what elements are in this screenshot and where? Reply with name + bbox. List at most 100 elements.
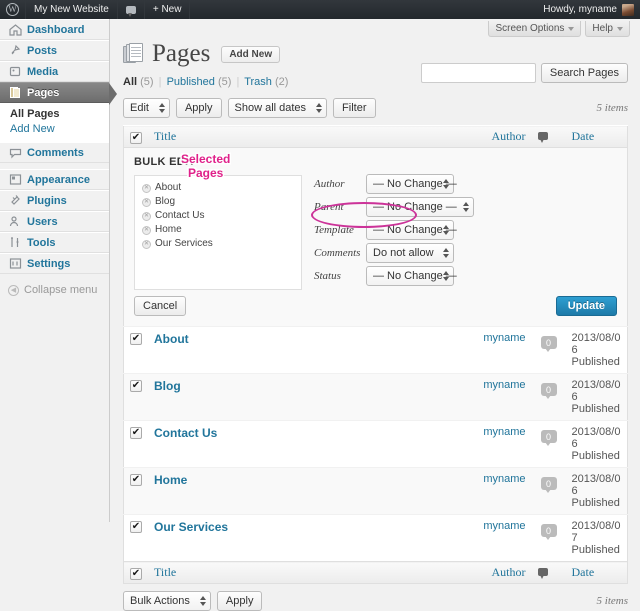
sidebar-item-pages[interactable]: Pages <box>0 82 117 105</box>
template-select[interactable]: — No Change — <box>366 220 457 240</box>
collapse-menu-label: Collapse menu <box>24 284 98 296</box>
selected-pages-list: ✕ About ✕ Blog ✕ Contact Us ✕ Home ✕ Our… <box>134 175 302 290</box>
sidebar-item-settings[interactable]: Settings <box>0 253 109 274</box>
sidebar-item-label: Users <box>27 215 58 228</box>
apply-button-top[interactable]: Apply <box>175 98 222 118</box>
comment-bubble-icon[interactable] <box>118 0 145 19</box>
new-content-label: + New <box>152 4 182 15</box>
search-pages-button[interactable]: Search Pages <box>540 63 628 83</box>
search-input[interactable] <box>420 63 536 83</box>
filter-all[interactable]: All <box>123 76 137 88</box>
account-menu[interactable]: Howdy, myname <box>537 0 640 19</box>
column-header-date[interactable]: Date <box>565 125 628 148</box>
date-filter-select[interactable]: Show all dates <box>227 98 328 118</box>
comments-select[interactable]: Do not allow <box>366 243 454 263</box>
row-checkbox[interactable]: ✔ <box>130 380 142 392</box>
sidebar-item-comments[interactable]: Comments <box>0 142 109 163</box>
sidebar-item-tools[interactable]: Tools <box>0 232 109 253</box>
row-status: Published <box>571 403 620 415</box>
row-date: 2013/08/0 <box>571 332 621 344</box>
comment-bubble-icon <box>8 146 22 160</box>
filter-trash[interactable]: Trash <box>244 76 272 88</box>
screen-options-button[interactable]: Screen Options <box>488 21 582 37</box>
list-item: ✕ Home <box>142 223 294 237</box>
comment-count-badge[interactable]: 0 <box>540 336 557 352</box>
select-all-checkbox-footer[interactable]: ✔ <box>130 568 142 580</box>
status-select[interactable]: — No Change — <box>366 266 457 286</box>
sidebar-item-dashboard[interactable]: Dashboard <box>0 19 109 40</box>
comment-count-badge[interactable]: 0 <box>540 524 557 540</box>
row-author[interactable]: myname <box>473 326 532 374</box>
settings-icon <box>8 257 22 271</box>
pages-submenu: All Pages Add New <box>0 103 109 142</box>
row-status: Published <box>571 497 620 509</box>
row-checkbox[interactable]: ✔ <box>130 474 142 486</box>
remove-icon[interactable]: ✕ <box>142 211 151 221</box>
sidebar-item-add-new[interactable]: Add New <box>10 122 109 137</box>
remove-icon[interactable]: ✕ <box>142 225 151 235</box>
row-date-cont: 6 <box>571 485 578 497</box>
comment-bubble-icon <box>537 568 548 579</box>
row-status: Published <box>571 450 620 462</box>
column-header-title[interactable]: Title <box>148 125 474 148</box>
parent-select[interactable]: — No Change — <box>366 197 474 217</box>
page-title-link[interactable]: About <box>154 332 189 346</box>
page-title-link[interactable]: Home <box>154 473 187 487</box>
select-arrows-icon <box>443 271 449 281</box>
row-author[interactable]: myname <box>473 420 532 468</box>
bulk-action-select-top[interactable]: Edit <box>123 98 170 118</box>
remove-icon[interactable]: ✕ <box>142 239 151 249</box>
row-checkbox[interactable]: ✔ <box>130 427 142 439</box>
add-new-button[interactable]: Add New <box>221 45 281 63</box>
plugin-icon <box>8 194 22 208</box>
author-select[interactable]: — No Change — <box>366 174 457 194</box>
row-author[interactable]: myname <box>473 373 532 421</box>
annotation-selected-pages-line1: Selected <box>181 152 231 166</box>
page-title-link[interactable]: Contact Us <box>154 426 217 440</box>
search-box: Search Pages <box>420 63 628 83</box>
chevron-down-icon <box>617 26 623 31</box>
select-arrows-icon <box>463 202 469 212</box>
chevron-down-icon <box>568 26 575 31</box>
sidebar-item-all-pages[interactable]: All Pages <box>10 107 109 122</box>
sidebar-item-plugins[interactable]: Plugins <box>0 190 109 211</box>
collapse-menu-button[interactable]: ◀ Collapse menu <box>0 280 109 300</box>
row-checkbox[interactable]: ✔ <box>130 333 142 345</box>
sidebar-item-appearance[interactable]: Appearance <box>0 169 109 190</box>
filter-published-count: (5) <box>217 76 232 88</box>
sidebar-item-media[interactable]: Media <box>0 61 109 82</box>
column-footer-comments[interactable] <box>531 561 566 584</box>
wordpress-logo-icon[interactable]: W <box>0 0 26 19</box>
admin-bar: W My New Website + New Howdy, myname <box>0 0 640 19</box>
comment-count-badge[interactable]: 0 <box>540 430 557 446</box>
column-header-comments[interactable] <box>531 125 566 148</box>
row-author[interactable]: myname <box>473 467 532 515</box>
row-checkbox[interactable]: ✔ <box>130 521 142 533</box>
help-button[interactable]: Help <box>585 21 630 37</box>
bulk-action-select-bottom[interactable]: Bulk Actions <box>123 591 211 611</box>
field-label: Author <box>314 178 345 190</box>
apply-button-bottom[interactable]: Apply <box>216 591 263 611</box>
filter-button[interactable]: Filter <box>333 98 376 118</box>
page-title-link[interactable]: Blog <box>154 379 181 393</box>
cancel-button[interactable]: Cancel <box>134 296 187 316</box>
select-all-header[interactable]: ✔ <box>123 125 148 148</box>
column-footer-date[interactable]: Date <box>565 561 628 584</box>
sidebar-item-posts[interactable]: Posts <box>0 40 109 61</box>
site-name-menu[interactable]: My New Website <box>26 0 118 19</box>
sidebar-item-users[interactable]: Users <box>0 211 109 232</box>
filter-published[interactable]: Published <box>167 76 215 88</box>
update-button[interactable]: Update <box>555 296 617 316</box>
column-footer-title[interactable]: Title <box>148 561 474 584</box>
select-all-footer[interactable]: ✔ <box>123 561 148 584</box>
comment-count-badge[interactable]: 0 <box>540 477 557 493</box>
select-all-checkbox[interactable]: ✔ <box>130 132 142 144</box>
sidebar-item-label: Appearance <box>27 173 90 186</box>
remove-icon[interactable]: ✕ <box>142 183 151 193</box>
page-title-link[interactable]: Our Services <box>154 520 228 534</box>
remove-icon[interactable]: ✕ <box>142 197 151 207</box>
comment-count-badge[interactable]: 0 <box>540 383 557 399</box>
help-label: Help <box>592 23 613 34</box>
page-title: Pages <box>152 40 211 67</box>
new-content-button[interactable]: + New <box>145 0 191 19</box>
